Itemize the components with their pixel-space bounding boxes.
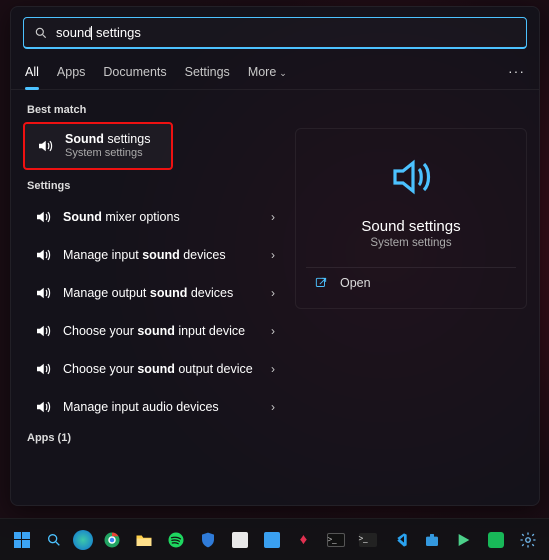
xbox-icon[interactable] bbox=[483, 527, 509, 553]
search-taskbar-icon[interactable] bbox=[41, 527, 67, 553]
sound-icon bbox=[31, 208, 55, 226]
play-icon[interactable] bbox=[451, 527, 477, 553]
open-action[interactable]: Open bbox=[306, 267, 516, 298]
search-icon bbox=[34, 26, 48, 40]
edge-icon[interactable] bbox=[73, 530, 93, 550]
winterminal-icon[interactable]: >_ bbox=[355, 527, 381, 553]
result-sound-settings[interactable]: Sound settings System settings bbox=[23, 122, 173, 170]
start-button[interactable] bbox=[9, 527, 35, 553]
settings-result-4[interactable]: Choose your sound output device› bbox=[23, 350, 285, 388]
store-icon[interactable] bbox=[419, 527, 445, 553]
tab-apps[interactable]: Apps bbox=[57, 59, 86, 89]
group-best-match: Best match bbox=[27, 104, 285, 116]
security-icon[interactable] bbox=[195, 527, 221, 553]
settings-result-2[interactable]: Manage output sound devices› bbox=[23, 274, 285, 312]
start-search-panel: sound settings All Apps Documents Settin… bbox=[10, 6, 540, 506]
tab-settings[interactable]: Settings bbox=[185, 59, 230, 89]
group-settings: Settings bbox=[27, 180, 285, 192]
chevron-right-icon: › bbox=[271, 400, 277, 414]
settings-result-0[interactable]: Sound mixer options› bbox=[23, 198, 285, 236]
sound-icon bbox=[33, 137, 57, 155]
chevron-right-icon: › bbox=[271, 210, 277, 224]
preview-title: Sound settings bbox=[306, 218, 516, 235]
preview-subtitle: System settings bbox=[306, 237, 516, 249]
vscode-icon[interactable] bbox=[387, 527, 413, 553]
spotify-icon[interactable] bbox=[163, 527, 189, 553]
chevron-right-icon: › bbox=[271, 248, 277, 262]
chrome-icon[interactable] bbox=[99, 527, 125, 553]
settings-icon[interactable] bbox=[515, 527, 541, 553]
search-text: sound settings bbox=[56, 25, 141, 41]
settings-result-3[interactable]: Choose your sound input device› bbox=[23, 312, 285, 350]
results-list: Best match Sound settings System setting… bbox=[11, 90, 289, 450]
chevron-right-icon: › bbox=[271, 324, 277, 338]
sound-icon bbox=[31, 322, 55, 340]
chevron-down-icon: ⌄ bbox=[279, 68, 287, 78]
filter-tabs: All Apps Documents Settings More⌄ ··· bbox=[11, 55, 539, 90]
sound-icon bbox=[31, 284, 55, 302]
settings-result-5[interactable]: Manage input audio devices› bbox=[23, 388, 285, 426]
more-options-button[interactable]: ··· bbox=[508, 63, 525, 79]
sound-icon bbox=[31, 246, 55, 264]
chevron-right-icon: › bbox=[271, 362, 277, 376]
settings-result-1[interactable]: Manage input sound devices› bbox=[23, 236, 285, 274]
sound-icon bbox=[31, 398, 55, 416]
file-explorer-icon[interactable] bbox=[131, 527, 157, 553]
group-apps: Apps (1) bbox=[27, 432, 285, 444]
open-icon bbox=[314, 276, 328, 290]
terminal-icon[interactable]: >_ bbox=[323, 527, 349, 553]
tab-documents[interactable]: Documents bbox=[103, 59, 166, 89]
taskbar: ♦ >_ >_ bbox=[0, 518, 549, 560]
chevron-right-icon: › bbox=[271, 286, 277, 300]
sound-icon bbox=[31, 360, 55, 378]
search-box[interactable]: sound settings bbox=[23, 17, 527, 49]
sound-icon-large bbox=[306, 153, 516, 206]
tab-all[interactable]: All bbox=[25, 59, 39, 89]
tab-more[interactable]: More⌄ bbox=[248, 59, 287, 89]
app-icon-1[interactable] bbox=[227, 527, 253, 553]
app-icon-2[interactable] bbox=[259, 527, 285, 553]
preview-card: Sound settings System settings Open bbox=[295, 128, 527, 309]
app-icon-3[interactable]: ♦ bbox=[291, 527, 317, 553]
